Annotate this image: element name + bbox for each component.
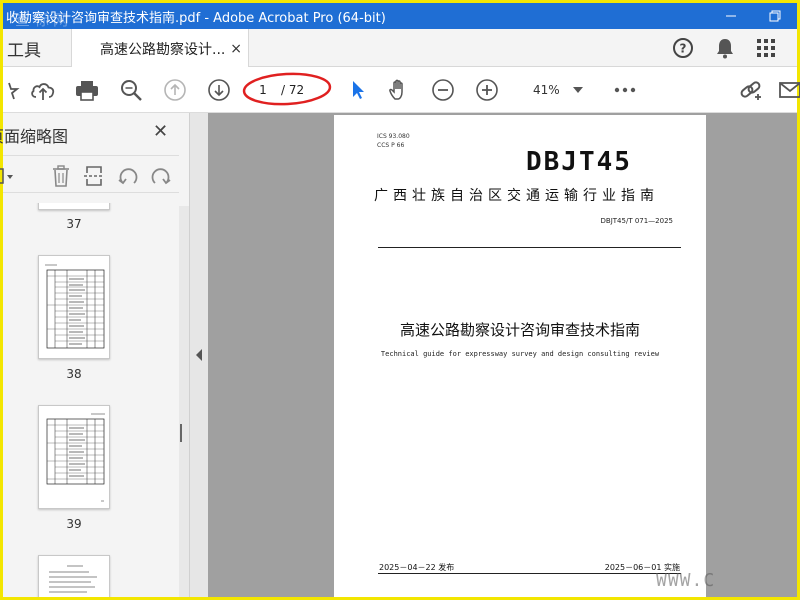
document-title: 高速公路勘察设计咨询审查技术指南 <box>399 321 640 339</box>
chevron-left-icon <box>196 349 202 361</box>
watermark-top-left: 查标网 <box>15 11 73 29</box>
standard-code: DBJT45/T 071—2025 <box>600 217 673 225</box>
notifications-button[interactable] <box>712 35 738 61</box>
print-button[interactable] <box>73 76 101 104</box>
tab-document-label: 高速公路勘察设计... <box>100 41 226 58</box>
svg-text:?: ? <box>680 42 687 56</box>
release-date: 2025－04－22 发布 <box>379 563 455 572</box>
cursor-arrow-icon <box>353 81 364 99</box>
grid-apps-icon <box>757 39 775 57</box>
thumbnail-list: 37 38 39 <box>3 203 179 597</box>
thumbnail-label: 37 <box>66 217 82 231</box>
cloud-upload-icon <box>31 83 55 100</box>
document-subtitle: Technical guide for expressway survey an… <box>380 350 660 358</box>
title-bar: 收勘察设计咨询审查技术指南.pdf - Adobe Acrobat Pro (6… <box>3 3 797 29</box>
ics-code: ICS 93.080 <box>377 133 410 140</box>
star-icon <box>8 82 20 100</box>
thumbnail-label: 38 <box>66 367 82 381</box>
thumbnail-page-39[interactable] <box>38 405 110 509</box>
search-zoom-icon <box>121 80 142 101</box>
select-tool-button[interactable] <box>343 76 371 104</box>
arrow-down-circle-icon <box>208 79 230 101</box>
help-icon: ? <box>673 38 693 58</box>
main-toolbar: 1 / 72 41% <box>0 67 800 113</box>
more-dots-icon <box>614 87 636 93</box>
zoom-out-button[interactable] <box>429 76 457 104</box>
table-page-preview <box>46 413 105 502</box>
delete-page-button[interactable] <box>49 164 73 188</box>
zoom-out-minus-icon <box>432 79 454 101</box>
share-link-button[interactable] <box>737 76 765 104</box>
zoom-dropdown[interactable]: 41% <box>519 79 591 101</box>
hand-icon <box>389 79 403 100</box>
page-thumbnails-panel: 页面缩略图 ✕ 37 <box>0 113 190 597</box>
zoom-in-button[interactable] <box>473 76 501 104</box>
watermark-bottom-right: WWW.C <box>656 570 716 591</box>
rotate-right-button[interactable] <box>149 164 173 188</box>
panel-title: 页面缩略图 <box>0 123 69 147</box>
ccs-code: CCS P 66 <box>377 142 405 149</box>
restore-button[interactable] <box>753 3 797 29</box>
extract-pages-icon <box>84 166 104 186</box>
zoom-in-plus-icon <box>476 79 498 101</box>
panel-close-button[interactable]: ✕ <box>153 121 168 142</box>
find-button[interactable] <box>117 76 145 104</box>
next-page-button[interactable] <box>205 76 233 104</box>
tab-close-button[interactable]: × <box>230 41 242 57</box>
link-icon <box>740 81 761 100</box>
thumbnail-page-40[interactable] <box>38 555 110 597</box>
restore-icon <box>769 10 781 22</box>
upload-cloud-button[interactable] <box>29 76 57 104</box>
panel-title-text: 页面缩略图 <box>0 127 69 146</box>
tab-tools[interactable]: 工具 <box>3 29 67 67</box>
minimize-button[interactable] <box>709 3 753 29</box>
thumbnail-label: 39 <box>66 517 82 531</box>
apps-button[interactable] <box>753 35 779 61</box>
bell-icon <box>717 39 733 59</box>
text-page-preview <box>49 565 97 593</box>
trash-icon <box>53 165 69 187</box>
previous-page-button[interactable] <box>161 76 189 104</box>
red-annotation-ellipse <box>242 72 332 106</box>
pdf-page: ICS 93.080 CCS P 66 DBJT45 广西壮族自治区交通运输行业… <box>334 115 706 597</box>
scrollbar-thumb[interactable] <box>180 424 182 442</box>
thumbnail-page-38[interactable] <box>38 255 110 359</box>
rotate-left-icon <box>118 168 138 185</box>
printer-icon <box>76 81 98 101</box>
chevron-down-icon <box>573 87 583 93</box>
rotate-right-icon <box>151 168 171 185</box>
page-options-icon <box>0 168 13 184</box>
star-button[interactable] <box>0 76 25 104</box>
minimize-icon <box>726 15 736 17</box>
arrow-up-circle-icon <box>164 79 186 101</box>
thumbnail-scrollbar[interactable] <box>179 206 189 597</box>
thumbnail-options-button[interactable] <box>0 164 19 188</box>
email-button[interactable] <box>775 76 800 104</box>
issuing-organization: 广西壮族自治区交通运输行业指南 <box>374 188 659 204</box>
help-button[interactable]: ? <box>670 35 696 61</box>
ics-ccs-codes: ICS 93.080 CCS P 66 <box>377 132 410 150</box>
footer-divider <box>378 573 681 574</box>
more-tools-button[interactable] <box>611 76 639 104</box>
tab-row: 工具 高速公路勘察设计... × ? <box>3 29 797 68</box>
envelope-icon <box>779 82 800 98</box>
thumbnail-page-37[interactable] <box>38 203 110 210</box>
panel-toolbar <box>0 155 179 193</box>
zoom-value: 41% <box>533 83 560 97</box>
table-page-preview <box>45 264 105 349</box>
rotate-left-button[interactable] <box>116 164 140 188</box>
extract-pages-button[interactable] <box>82 164 106 188</box>
standard-mark: DBJT45 <box>526 147 632 177</box>
document-view[interactable]: ICS 93.080 CCS P 66 DBJT45 广西壮族自治区交通运输行业… <box>208 113 797 597</box>
header-divider <box>378 247 681 248</box>
collapse-panel-handle[interactable] <box>190 113 208 597</box>
hand-tool-button[interactable] <box>385 76 413 104</box>
tab-document[interactable]: 高速公路勘察设计... × <box>71 29 249 68</box>
